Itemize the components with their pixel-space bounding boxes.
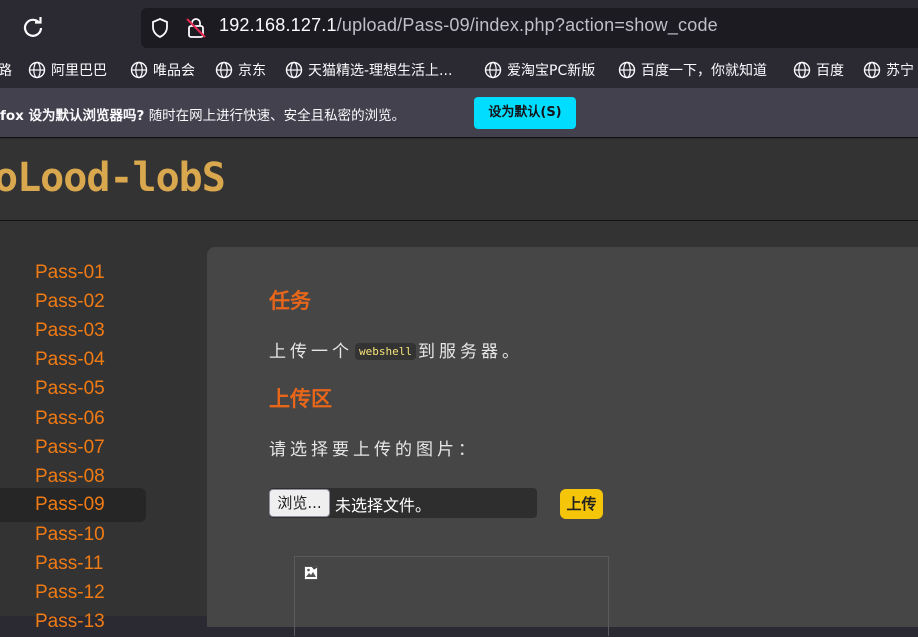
bookmark-label: 百度一下，你就知道: [641, 63, 767, 79]
task-code: webshell: [355, 343, 416, 360]
sidebar-item-pass-11[interactable]: Pass-11: [0, 549, 146, 579]
sidebar-item-pass-09[interactable]: Pass-09: [0, 488, 146, 522]
bookmark-item[interactable]: 百度一下，你就知道: [618, 60, 767, 82]
url-path: /upload/Pass-09/index.php?action=show_co…: [336, 15, 718, 35]
bookmark-label: 天猫精选-理想生活上...: [308, 63, 453, 79]
bookmark-label: 爱淘宝PC新版: [507, 63, 596, 79]
task-description: 上传一个 webshell 到服务器。: [269, 337, 523, 362]
broken-image-icon: [304, 566, 318, 580]
sidebar-item-pass-06[interactable]: Pass-06: [0, 404, 146, 434]
bookmark-item[interactable]: 阿里巴巴: [28, 60, 107, 82]
bookmark-item[interactable]: 唯品会: [130, 60, 195, 82]
bookmark-item[interactable]: 京东: [215, 60, 266, 82]
bookmarks-bar: 路 阿里巴巴 唯品会 京东 天猫精选-理想生活上... 爱淘宝PC新版 百度一下…: [0, 54, 918, 88]
site-logo[interactable]: oLood-lobS: [0, 155, 244, 201]
browse-button[interactable]: 浏览...: [269, 489, 330, 517]
url-host: 192.168.127.1: [219, 15, 337, 35]
site-header: oLood-lobS: [0, 139, 918, 221]
bookmark-label: 唯品会: [153, 63, 195, 79]
sidebar-item-pass-03[interactable]: Pass-03: [0, 316, 146, 346]
notice-message: fox 设为默认浏览器吗? 随时在网上进行快速、安全且私密的浏览。: [0, 104, 405, 124]
set-default-button[interactable]: 设为默认(S): [474, 97, 576, 129]
globe-icon: [215, 61, 233, 79]
sidebar-item-pass-04[interactable]: Pass-04: [0, 345, 146, 375]
globe-icon: [130, 61, 148, 79]
reload-icon[interactable]: [20, 15, 46, 41]
globe-icon: [793, 61, 811, 79]
task-text-after: 到服务器。: [417, 342, 523, 362]
main-content: 任务 上传一个 webshell 到服务器。 上传区 请选择要上传的图片： 浏览..…: [207, 247, 918, 636]
bookmark-label: 路: [0, 63, 12, 79]
bookmark-item[interactable]: 天猫精选-理想生活上...: [285, 60, 452, 82]
bookmark-label: 京东: [238, 63, 266, 79]
task-heading: 任务: [269, 289, 311, 313]
url-text[interactable]: 192.168.127.1/upload/Pass-09/index.php?a…: [219, 15, 718, 36]
logo-text: oLood-lobS: [0, 157, 225, 197]
upload-heading: 上传区: [269, 387, 332, 411]
sidebar-item-pass-01[interactable]: Pass-01: [0, 258, 146, 288]
notice-text: 随时在网上进行快速、安全且私密的浏览。: [148, 108, 406, 124]
image-preview: [294, 556, 609, 636]
sidebar-item-pass-02[interactable]: Pass-02: [0, 287, 146, 317]
sidebar: Pass-01 Pass-02 Pass-03 Pass-04 Pass-05 …: [0, 223, 200, 632]
file-status: 未选择文件。: [335, 496, 432, 515]
web-page: oLood-lobS Pass-01 Pass-02 Pass-03 Pass-…: [0, 139, 918, 636]
bookmark-label: 苏宁: [886, 63, 914, 79]
globe-icon: [28, 61, 46, 79]
tracking-shield-icon[interactable]: [148, 16, 172, 40]
sidebar-item-pass-10[interactable]: Pass-10: [0, 520, 146, 550]
bookmark-item[interactable]: 苏宁: [863, 60, 914, 82]
globe-icon: [863, 61, 881, 79]
sidebar-item-pass-05[interactable]: Pass-05: [0, 374, 146, 404]
default-browser-notice: fox 设为默认浏览器吗? 随时在网上进行快速、安全且私密的浏览。 设为默认(S…: [0, 88, 918, 138]
bookmark-item[interactable]: 路: [0, 60, 12, 82]
globe-icon: [618, 61, 636, 79]
notice-bold: fox 设为默认浏览器吗?: [0, 108, 145, 124]
task-text-before: 上传一个: [269, 342, 353, 362]
globe-icon: [484, 61, 502, 79]
bookmark-label: 百度: [816, 63, 844, 79]
insecure-lock-icon[interactable]: [184, 16, 208, 40]
browser-toolbar: 192.168.127.1/upload/Pass-09/index.php?a…: [0, 0, 918, 54]
globe-icon: [285, 61, 303, 79]
bookmark-item[interactable]: 爱淘宝PC新版: [484, 60, 595, 82]
sidebar-item-pass-07[interactable]: Pass-07: [0, 433, 146, 463]
sidebar-item-pass-12[interactable]: Pass-12: [0, 578, 146, 608]
upload-button[interactable]: 上传: [560, 489, 603, 519]
file-input[interactable]: 浏览... 未选择文件。: [269, 488, 537, 518]
site-logo-svg: oLood-lobS: [0, 155, 226, 201]
bookmark-label: 阿里巴巴: [51, 63, 107, 79]
bookmark-item[interactable]: 百度: [793, 60, 844, 82]
sidebar-item-pass-13[interactable]: Pass-13: [0, 607, 146, 637]
choose-file-label: 请选择要上传的图片：: [269, 440, 479, 460]
